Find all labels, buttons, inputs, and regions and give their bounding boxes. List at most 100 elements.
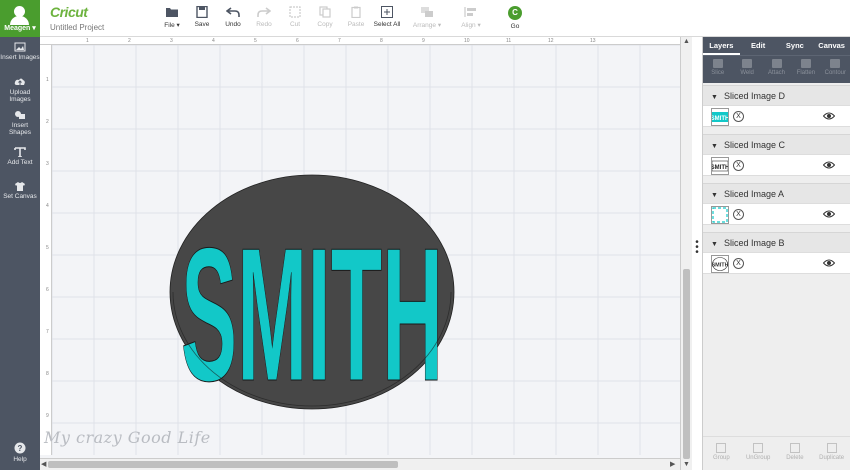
panel-tabs: Layers Edit Sync Canvas xyxy=(703,37,850,55)
slice-button[interactable]: Slice xyxy=(703,56,732,83)
scroll-up-arrow-icon[interactable]: ▲ xyxy=(683,38,690,46)
slice-icon xyxy=(712,59,723,68)
tab-sync[interactable]: Sync xyxy=(777,37,814,55)
duplicate-button[interactable]: Duplicate xyxy=(813,437,850,470)
smith-design[interactable]: SMITH xyxy=(167,174,457,414)
weld-button[interactable]: Weld xyxy=(732,56,761,83)
upload-images-button[interactable]: Upload Images xyxy=(0,77,40,103)
ungroup-button[interactable]: UnGroup xyxy=(740,437,777,470)
scroll-left-arrow-icon[interactable]: ◀ xyxy=(41,461,46,469)
svg-text:?: ? xyxy=(18,444,23,453)
align-icon xyxy=(464,7,476,17)
attach-button[interactable]: Attach xyxy=(762,56,791,83)
ruler-label: 6 xyxy=(296,38,299,44)
contour-icon xyxy=(830,59,841,68)
shirt-icon xyxy=(15,182,25,191)
no-cut-icon[interactable]: X xyxy=(733,160,744,171)
ruler-label: 13 xyxy=(590,38,596,44)
cut-icon xyxy=(289,6,301,18)
eye-icon[interactable] xyxy=(823,210,835,218)
scroll-right-arrow-icon[interactable]: ▶ xyxy=(670,461,675,469)
flatten-button[interactable]: Flatten xyxy=(791,56,820,83)
layer-sliced-image-b[interactable]: ▼ Sliced Image B SMITH X xyxy=(703,232,850,280)
help-icon: ? xyxy=(14,442,26,454)
account-name: Meagen xyxy=(4,25,31,32)
layer-operations: Slice Weld Attach Flatten Contour xyxy=(703,55,850,83)
eye-icon[interactable] xyxy=(823,161,835,169)
select-all-icon xyxy=(381,6,393,18)
layer-sliced-image-c[interactable]: ▼ Sliced Image C SMITH X xyxy=(703,134,850,182)
set-canvas-button[interactable]: Set Canvas xyxy=(0,181,40,200)
duplicate-icon xyxy=(826,443,837,453)
scroll-down-arrow-icon[interactable]: ▼ xyxy=(683,461,690,469)
copy-icon xyxy=(319,6,331,18)
tab-edit[interactable]: Edit xyxy=(740,37,777,55)
layers-panel: Layers Edit Sync Canvas Slice Weld Attac… xyxy=(702,37,850,470)
folder-icon xyxy=(166,8,178,17)
ruler-label: 8 xyxy=(380,38,383,44)
ruler-label: 2 xyxy=(46,119,49,125)
ruler-label: 5 xyxy=(46,245,49,251)
ruler-label: 9 xyxy=(46,413,49,419)
delete-button[interactable]: Delete xyxy=(777,437,814,470)
panel-resize-handle[interactable]: • • • xyxy=(694,238,700,260)
left-sidebar: Insert Images Upload Images Insert Shape… xyxy=(0,37,40,470)
no-cut-icon[interactable]: X xyxy=(733,258,744,269)
attach-icon xyxy=(771,59,782,68)
flatten-icon xyxy=(800,59,811,68)
ruler-label: 7 xyxy=(46,329,49,335)
ruler-label: 11 xyxy=(506,38,512,44)
horizontal-scroll-thumb[interactable] xyxy=(48,461,398,468)
align-menu-button[interactable]: Align ▾ xyxy=(451,6,491,29)
ungroup-icon xyxy=(753,443,764,453)
horizontal-scrollbar[interactable]: ◀ ▶ xyxy=(40,458,680,470)
design-letters: SMITH xyxy=(181,209,443,414)
layer-thumbnail: SMITH xyxy=(711,157,729,175)
select-all-button[interactable]: Select All xyxy=(367,6,407,28)
project-title[interactable]: Untitled Project xyxy=(50,23,104,32)
design-canvas[interactable]: 1 2 3 4 5 6 7 8 9 10 11 12 13 123456789 SMITH My cra… xyxy=(40,37,692,470)
eye-icon[interactable] xyxy=(823,112,835,120)
go-button[interactable]: C Go xyxy=(505,6,525,30)
ruler-label: 10 xyxy=(464,38,470,44)
undo-icon xyxy=(226,7,240,17)
contour-button[interactable]: Contour xyxy=(821,56,850,83)
svg-text:SMITH: SMITH xyxy=(712,165,728,171)
ruler-label: 1 xyxy=(86,38,89,44)
ruler-label: 6 xyxy=(46,287,49,293)
cricut-logo: Cricut xyxy=(50,4,88,20)
help-button[interactable]: ? Help xyxy=(0,442,40,463)
insert-images-button[interactable]: Insert Images xyxy=(0,42,40,61)
add-text-button[interactable]: Add Text xyxy=(0,147,40,166)
image-icon xyxy=(14,42,26,52)
group-button[interactable]: Group xyxy=(703,437,740,470)
layer-sliced-image-a[interactable]: ▼ Sliced Image A X xyxy=(703,183,850,231)
watermark-text: My crazy Good Life xyxy=(44,428,211,447)
svg-text:SMITH: SMITH xyxy=(712,263,728,269)
vertical-scroll-thumb[interactable] xyxy=(683,269,690,459)
layer-sliced-image-d[interactable]: ▼ Sliced Image D SMITH X xyxy=(703,85,850,133)
horizontal-ruler: 1 2 3 4 5 6 7 8 9 10 11 12 13 xyxy=(40,37,680,45)
ruler-label: 2 xyxy=(128,38,131,44)
ruler-label: 7 xyxy=(338,38,341,44)
ruler-label: 12 xyxy=(548,38,554,44)
ruler-label: 1 xyxy=(46,77,49,83)
tab-canvas[interactable]: Canvas xyxy=(813,37,850,55)
no-cut-icon[interactable]: X xyxy=(733,209,744,220)
group-icon xyxy=(716,443,727,453)
no-cut-icon[interactable]: X xyxy=(733,111,744,122)
arrange-menu-button[interactable]: Arrange ▾ xyxy=(407,6,447,29)
vertical-ruler: 1 2 3 4 5 6 7 8 9 xyxy=(40,45,52,455)
paste-icon xyxy=(351,6,361,18)
layer-thumbnail: SMITH xyxy=(711,255,729,273)
account-menu[interactable]: Meagen ▾ xyxy=(0,0,40,37)
ruler-label: 4 xyxy=(46,203,49,209)
insert-shapes-button[interactable]: Insert Shapes xyxy=(0,110,40,136)
vertical-scrollbar[interactable]: ▲ ▼ xyxy=(680,37,692,470)
eye-icon[interactable] xyxy=(823,259,835,267)
ruler-label: 3 xyxy=(46,161,49,167)
tab-layers[interactable]: Layers xyxy=(703,37,740,55)
user-avatar-icon xyxy=(0,0,40,25)
ruler-label: 4 xyxy=(212,38,215,44)
ruler-label: 9 xyxy=(422,38,425,44)
